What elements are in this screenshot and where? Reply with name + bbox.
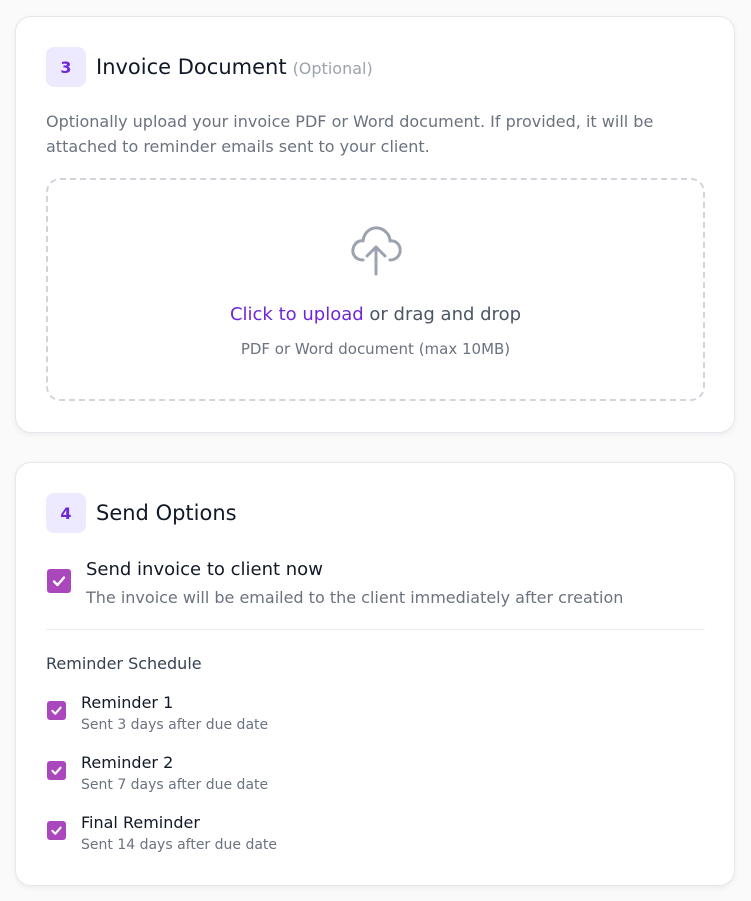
final-reminder-label: Final Reminder xyxy=(81,813,200,832)
reminder-1-sub: Sent 3 days after due date xyxy=(81,717,269,733)
step-badge: 4 xyxy=(46,493,86,533)
section-title-text: Invoice Document xyxy=(96,55,287,79)
reminder-schedule-heading: Reminder Schedule xyxy=(46,654,202,673)
send-options-card: 4 Send Options Send invoice to client no… xyxy=(15,462,735,886)
reminder-2-sub: Sent 7 days after due date xyxy=(81,777,269,793)
invoice-document-card: 3 Invoice Document (Optional) Optionally … xyxy=(15,16,735,433)
upload-hint: PDF or Word document (max 10MB) xyxy=(240,340,511,358)
checkmark-icon xyxy=(52,576,66,587)
optional-tag: (Optional) xyxy=(292,59,373,78)
reminder-2-checkbox[interactable] xyxy=(47,761,66,780)
drag-drop-text: or drag and drop xyxy=(363,304,522,325)
click-to-upload-link[interactable]: Click to upload xyxy=(230,304,364,325)
divider xyxy=(46,629,705,630)
cloud-upload-icon xyxy=(351,226,402,276)
checkmark-icon xyxy=(51,706,62,715)
final-reminder-checkbox[interactable] xyxy=(47,821,66,840)
send-now-checkbox[interactable] xyxy=(47,569,71,593)
step-badge: 3 xyxy=(46,47,86,87)
section-title: Invoice Document (Optional) xyxy=(96,55,373,79)
reminder-2-label: Reminder 2 xyxy=(81,753,174,772)
reminder-1-checkbox[interactable] xyxy=(47,701,66,720)
send-now-description: The invoice will be emailed to the clien… xyxy=(86,588,624,607)
section-title: Send Options xyxy=(96,501,237,525)
final-reminder-sub: Sent 14 days after due date xyxy=(81,837,278,853)
section-description: Optionally upload your invoice PDF or Wo… xyxy=(46,112,654,156)
checkmark-icon xyxy=(51,766,62,775)
send-now-label: Send invoice to client now xyxy=(86,559,323,580)
checkmark-icon xyxy=(51,826,62,835)
reminder-1-label: Reminder 1 xyxy=(81,693,174,712)
file-dropzone[interactable]: Click to upload or drag and drop PDF or … xyxy=(46,178,705,401)
upload-instruction: Click to upload or drag and drop xyxy=(48,304,703,325)
